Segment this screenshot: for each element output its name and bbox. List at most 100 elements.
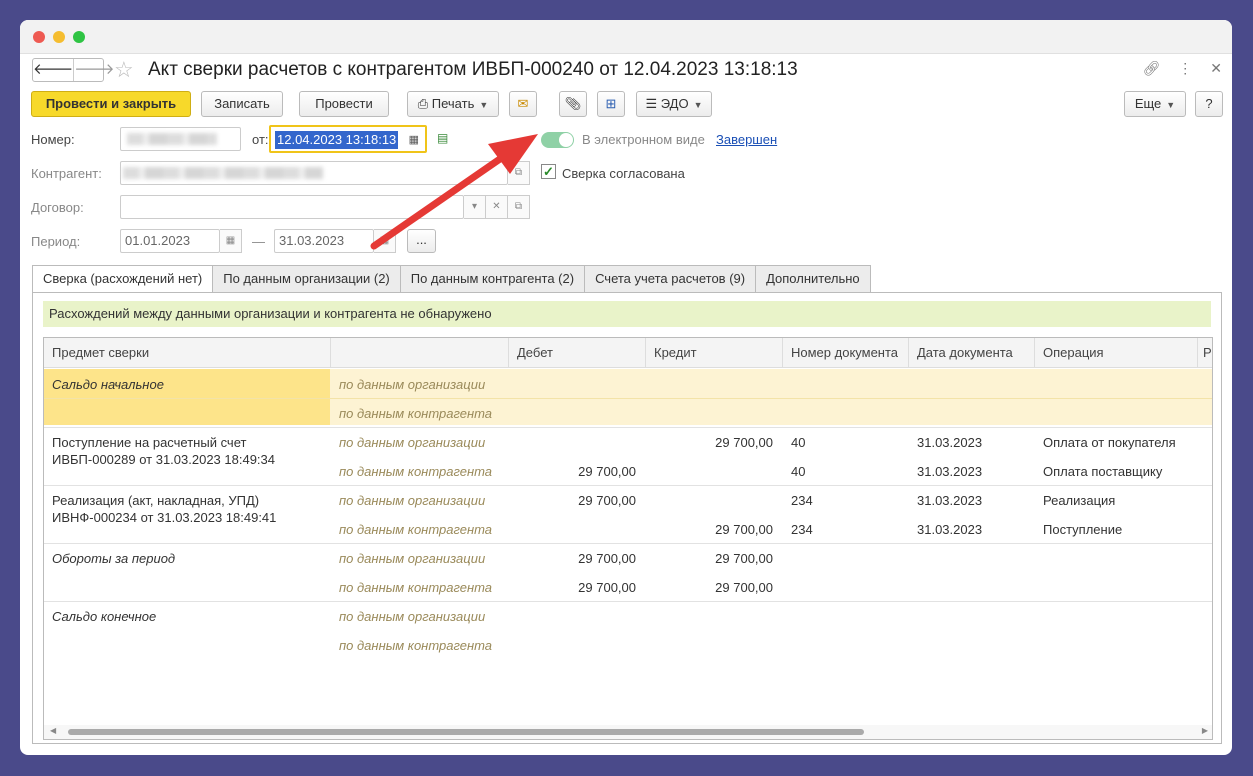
tab-bar: Сверка (расхождений нет) По данным орган… [32, 265, 871, 293]
link-icon[interactable]: 🔗︎ [1142, 60, 1160, 77]
date-field[interactable]: 12.04.2023 13:18:13 ▦ [269, 125, 427, 153]
doc-number-cell: 234 [791, 493, 813, 508]
email-button[interactable]: ✉ [509, 91, 537, 117]
more-label: Еще [1134, 96, 1162, 111]
doc-date-cell: 31.03.2023 [917, 522, 983, 537]
row-separator [44, 427, 1212, 428]
column-header[interactable]: Дебет [509, 338, 646, 368]
period-to-field[interactable]: 31.03.2023 [274, 229, 374, 253]
operation-cell: Оплата от покупателя [1043, 435, 1176, 450]
attach-button[interactable]: 📎︎ [559, 91, 587, 117]
period-from-field[interactable]: 01.01.2023 [120, 229, 220, 253]
reconciliation-table[interactable]: Предмет сверки Дебет Кредит Номер докуме… [43, 337, 1213, 740]
source-cell: по данным организации [339, 551, 486, 566]
chevron-down-icon[interactable]: ▾ [464, 195, 486, 219]
source-cell: по данным контрагента [339, 638, 493, 653]
debit-cell: 29 700,00 [578, 551, 636, 566]
scrollbar-thumb[interactable] [68, 729, 864, 735]
row-separator [44, 398, 1212, 399]
column-header[interactable]: Операция [1035, 338, 1198, 368]
contract-field[interactable] [120, 195, 464, 219]
column-header[interactable]: Кредит [646, 338, 783, 368]
period-select-button[interactable]: ... [407, 229, 436, 253]
period-label: Период: [31, 234, 81, 249]
open-contract-icon[interactable]: ⧉ [508, 195, 530, 219]
credit-cell: 29 700,00 [715, 580, 773, 595]
doc-date-cell: 31.03.2023 [917, 493, 983, 508]
subject-cell: Обороты за период [52, 551, 176, 566]
tab-org-data[interactable]: По данным организации (2) [212, 265, 401, 292]
column-header[interactable] [331, 338, 509, 368]
help-button[interactable]: ? [1195, 91, 1223, 117]
post-button[interactable]: Провести [299, 91, 389, 117]
save-button[interactable]: Записать [201, 91, 283, 117]
more-button[interactable]: Еще ▼ [1124, 91, 1186, 117]
hierarchy-icon: ⊞ [605, 96, 617, 111]
column-header[interactable]: Р [1198, 338, 1212, 368]
number-field[interactable] [120, 127, 241, 151]
redacted-number [127, 133, 217, 145]
structure-button[interactable]: ⊞ [597, 91, 625, 117]
agreed-checkbox[interactable]: ✓ [541, 164, 556, 179]
calendar-icon[interactable]: ▦ [220, 229, 242, 253]
minimize-window-icon[interactable] [53, 31, 65, 43]
row-separator [44, 543, 1212, 544]
chevron-down-icon: ▼ [479, 100, 489, 110]
counterparty-label: Контрагент: [31, 166, 102, 181]
electronic-label: В электронном виде [582, 132, 705, 147]
clear-icon[interactable]: ✕ [486, 195, 508, 219]
operation-cell: Оплата поставщику [1043, 464, 1163, 479]
contract-label: Договор: [31, 200, 84, 215]
chevron-down-icon: ▼ [693, 100, 703, 110]
tab-reconciliation[interactable]: Сверка (расхождений нет) [32, 265, 214, 293]
column-header[interactable]: Номер документа [783, 338, 909, 368]
electronic-toggle[interactable] [541, 132, 574, 148]
edo-button[interactable]: ☰ ЭДО ▼ [636, 91, 712, 117]
number-row: Номер: от: 12.04.2023 13:18:13 ▦ ▤ В эле… [31, 125, 1221, 153]
tab-accounts[interactable]: Счета учета расчетов (9) [584, 265, 757, 292]
period-row: Период: 01.01.2023 ▦ — 31.03.2023 ▦ ... [31, 229, 631, 255]
window-titlebar [20, 20, 1232, 54]
source-cell: по данным организации [339, 609, 486, 624]
tab-additional[interactable]: Дополнительно [755, 265, 871, 292]
tab-counterparty-data[interactable]: По данным контрагента (2) [399, 265, 586, 292]
column-header[interactable]: Дата документа [909, 338, 1035, 368]
header-icons: 🔗︎ ⋮ ✕ [1142, 60, 1222, 77]
chevron-down-icon: ▼ [1166, 100, 1176, 110]
more-vertical-icon[interactable]: ⋮ [1178, 60, 1192, 77]
source-cell: по данным контрагента [339, 580, 493, 595]
close-window-icon[interactable] [33, 31, 45, 43]
scroll-left-icon[interactable]: ◀ [50, 726, 56, 735]
print-label: Печать [431, 96, 475, 111]
scroll-right-icon[interactable]: ▶ [1202, 726, 1208, 735]
forward-arrow-icon[interactable]: 🡒 [73, 59, 114, 81]
favorite-star-icon[interactable]: ☆ [114, 57, 134, 83]
history-icon[interactable]: ▤ [437, 131, 448, 145]
horizontal-scrollbar[interactable]: ◀ ▶ [44, 725, 1212, 739]
no-discrepancy-notice: Расхождений между данными организации и … [43, 301, 1211, 327]
calendar-icon[interactable]: ▦ [374, 229, 396, 253]
number-label: Номер: [31, 132, 75, 147]
maximize-window-icon[interactable] [73, 31, 85, 43]
print-button[interactable]: ⎙ Печать ▼ [407, 91, 499, 117]
paperclip-icon: 📎︎ [564, 96, 582, 111]
calendar-icon[interactable]: ▦ [409, 129, 419, 151]
subject-cell: Сальдо конечное [52, 609, 157, 624]
post-and-close-button[interactable]: Провести и закрыть [31, 91, 191, 117]
open-counterparty-icon[interactable]: ⧉ [508, 161, 530, 185]
subject-doc-cell: ИВБП-000289 от 31.03.2023 18:49:34 [52, 452, 275, 467]
back-arrow-icon[interactable]: 🡐 [33, 59, 73, 81]
credit-cell: 29 700,00 [715, 522, 773, 537]
close-icon[interactable]: ✕ [1210, 60, 1222, 77]
page-title: Акт сверки расчетов с контрагентом ИВБП-… [148, 59, 798, 80]
row-separator [44, 601, 1212, 602]
period-to-value: 31.03.2023 [279, 233, 345, 248]
counterparty-field[interactable] [120, 161, 508, 185]
column-header[interactable]: Предмет сверки [44, 338, 331, 368]
period-dash: — [252, 234, 265, 249]
source-cell: по данным организации [339, 435, 486, 450]
document-window: 🡐 🡒 ☆ Акт сверки расчетов с контрагентом… [20, 20, 1232, 755]
agreed-label: Сверка согласована [562, 166, 685, 181]
status-link[interactable]: Завершен [716, 132, 777, 147]
operation-cell: Реализация [1043, 493, 1116, 508]
